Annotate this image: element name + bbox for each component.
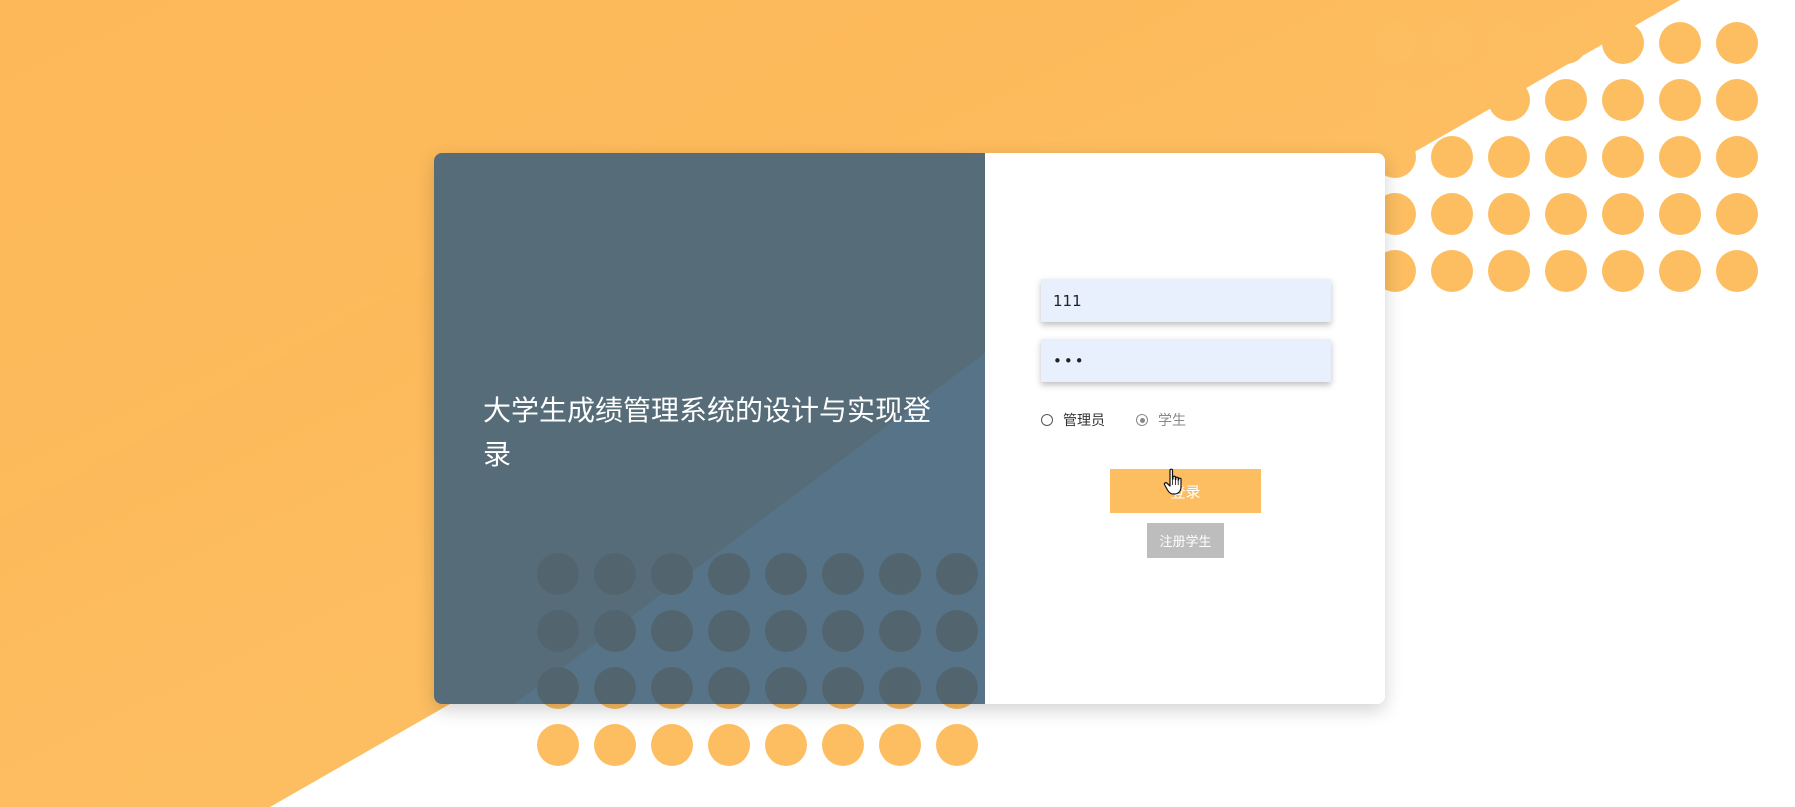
register-student-button[interactable]: 注册学生 [1147,523,1224,558]
login-form: 管理员 学生 登录 注册学生 [985,153,1385,704]
page-title: 大学生成绩管理系统的设计与实现登录 [483,394,932,471]
panel-dot-grid [537,553,978,704]
login-page: 大学生成绩管理系统的设计与实现登录 管理员 学生 登录 注册学生 [0,0,1795,807]
login-card: 大学生成绩管理系统的设计与实现登录 管理员 学生 登录 注册学生 [434,153,1385,704]
title-panel: 大学生成绩管理系统的设计与实现登录 [434,153,985,704]
login-button[interactable]: 登录 [1110,469,1261,513]
decorative-dot-grid [1374,22,1758,292]
password-input[interactable] [1041,339,1331,382]
role-option-student[interactable]: 学生 [1136,410,1186,430]
username-input[interactable] [1041,279,1331,322]
role-option-admin[interactable]: 管理员 [1041,410,1105,430]
role-label-student: 学生 [1158,413,1186,429]
radio-admin[interactable] [1041,414,1053,426]
radio-student[interactable] [1136,414,1148,426]
role-label-admin: 管理员 [1063,413,1105,429]
hand-pointer-icon [1163,468,1182,495]
role-radio-group: 管理员 学生 [1041,410,1186,430]
